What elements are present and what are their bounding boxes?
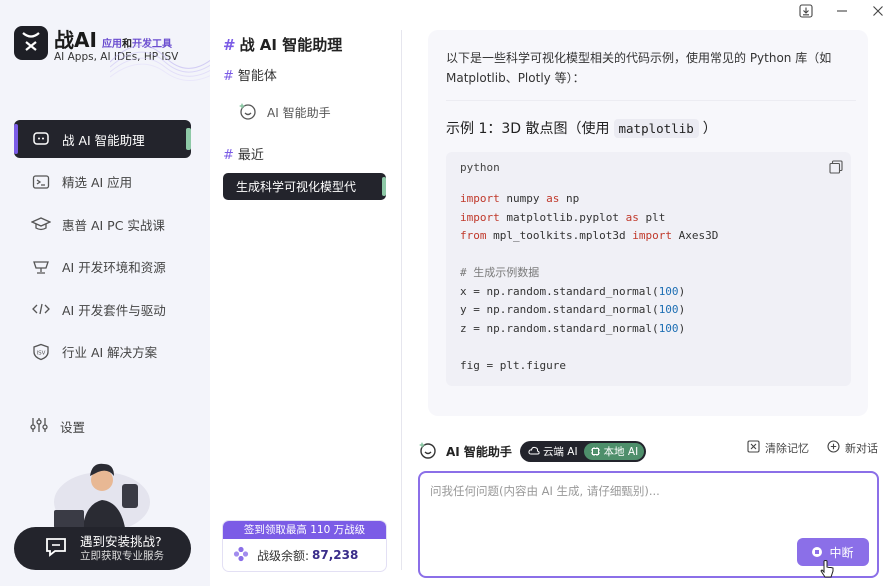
conversation-panel: # 战 AI 智能助理 # 智能体 AI 智能助手 # 最近 生成科学可视化模型代 签… — [210, 0, 402, 586]
code-line: z = np.random.standard_normal(100) — [460, 321, 686, 335]
sidebar-item-industry-solutions[interactable]: ISV 行业 AI 解决方案 — [14, 333, 191, 371]
recent-section-label: # 最近 — [223, 148, 264, 163]
settings-button[interactable]: 设置 — [30, 416, 85, 437]
monitor-icon — [30, 258, 52, 276]
checkin-banner[interactable]: 签到领取最高 110 万战级 — [223, 521, 386, 539]
sidebar-item-dev-env[interactable]: AI 开发环境和资源 — [14, 248, 191, 286]
clear-memory-button[interactable]: 清除记忆 — [747, 440, 809, 456]
plus-circle-icon — [827, 440, 840, 456]
support-mascot-illustration-icon — [54, 463, 150, 534]
agent-item-label: AI 智能助手 — [267, 106, 331, 120]
smiley-sparkle-icon — [418, 440, 438, 463]
mode-cloud-ai[interactable]: 云端 AI — [522, 443, 584, 460]
code-language-label: python — [460, 161, 500, 174]
brand-name: 战AI — [54, 28, 97, 52]
code-line: import numpy as np — [460, 192, 580, 205]
ai-mode-toggle[interactable]: 云端 AI 本地 AI — [519, 440, 647, 462]
sidebar: 战AI 应用和开发工具 AI Apps, AI IDEs, HP ISV 战 A… — [0, 0, 220, 586]
code-line: y = np.random.standard_normal(100) — [460, 303, 686, 316]
code-content: import numpy as np import matplotlib.pypl… — [460, 190, 718, 375]
hash-icon: # — [223, 148, 234, 163]
chat-bot-icon — [30, 130, 52, 148]
hash-icon: # — [223, 36, 236, 54]
code-line: x = np.random.standard_normal(100) — [460, 284, 686, 298]
window-controls — [788, 0, 896, 26]
code-icon — [30, 300, 52, 318]
chat-input[interactable] — [430, 483, 860, 533]
minimize-icon — [836, 5, 848, 21]
mode-local-ai[interactable]: 本地 AI — [583, 442, 645, 460]
code-line: # 生成示例数据 — [460, 266, 540, 279]
assistant-label: AI 智能助手 — [446, 444, 512, 459]
download-button[interactable] — [788, 0, 824, 26]
code-line: fig = plt.figure — [460, 358, 566, 372]
sidebar-item-label: AI 开发环境和资源 — [62, 260, 166, 275]
chip-icon — [590, 446, 600, 456]
copy-code-button[interactable] — [829, 160, 843, 177]
new-chat-button[interactable]: 新对话 — [827, 440, 878, 456]
settings-label: 设置 — [60, 420, 86, 435]
smiley-sparkle-icon — [238, 101, 258, 124]
sidebar-item-label: AI 开发套件与驱动 — [62, 302, 166, 318]
brand-logo-icon — [14, 26, 48, 60]
isv-shield-icon: ISV — [30, 343, 52, 361]
brand: 战AI 应用和开发工具 AI Apps, AI IDEs, HP ISV — [14, 22, 220, 82]
mouse-pointer-icon — [820, 560, 834, 578]
close-icon — [872, 5, 884, 21]
toolbar-actions: 清除记忆 新对话 — [729, 440, 878, 456]
minimize-button[interactable] — [824, 0, 860, 26]
chat-area: 以下是一些科学可视化模型相关的代码示例，使用常见的 Python 库（如 Mat… — [402, 0, 896, 586]
svg-text:ISV: ISV — [37, 350, 46, 356]
recent-item-label: 生成科学可视化模型代 — [236, 180, 357, 194]
sidebar-item-dev-kit[interactable]: AI 开发套件与驱动 — [14, 290, 191, 328]
code-line: import matplotlib.pyplot as plt — [460, 210, 666, 224]
sidebar-item-ai-assistant[interactable]: 战 AI 智能助理 — [14, 120, 191, 158]
reward-value: 87,238 — [312, 548, 359, 562]
support-title: 遇到安装挑战? — [80, 533, 162, 549]
example-heading: 示例 1：3D 散点图（使用 matplotlib） — [446, 118, 717, 138]
sidebar-item-label: 惠普 AI PC 实战课 — [62, 217, 165, 233]
message-divider — [446, 100, 856, 101]
code-block: python import numpy as np import matplotl… — [446, 152, 851, 386]
agent-item-ai-assistant[interactable]: AI 智能助手 — [238, 101, 331, 124]
sliders-icon — [30, 416, 48, 437]
sidebar-nav: 战 AI 智能助理 精选 AI 应用 惠普 AI PC 实战课 AI 开发环境和… — [14, 120, 191, 375]
brand-wave-decoration-icon — [110, 45, 220, 81]
reward-balance: 战级余额: 87,238 — [223, 539, 386, 571]
flower-coin-icon — [233, 546, 249, 565]
assistant-toolbar: AI 智能助手 云端 AI 本地 AI 清除记忆 新对话 — [418, 440, 878, 462]
download-icon — [799, 4, 813, 22]
panel-title: # 战 AI 智能助理 — [223, 36, 343, 54]
sidebar-item-label: 精选 AI 应用 — [62, 175, 133, 190]
chat-input-box: 中断 — [418, 471, 879, 578]
agents-section-label: # 智能体 — [223, 69, 277, 84]
sidebar-item-label: 行业 AI 解决方案 — [62, 345, 158, 360]
support-chat-icon — [44, 536, 68, 561]
graduation-cap-icon — [30, 215, 52, 233]
stop-icon — [812, 547, 823, 557]
copy-icon — [829, 160, 843, 174]
terminal-icon — [30, 173, 52, 191]
code-line: from mpl_toolkits.mplot3d import Axes3D — [460, 229, 719, 242]
hash-icon: # — [223, 69, 234, 84]
message-intro: 以下是一些科学可视化模型相关的代码示例，使用常见的 Python 库（如 Mat… — [446, 51, 832, 85]
support-subtitle: 立即获取专业服务 — [80, 549, 164, 562]
sidebar-item-label: 战 AI 智能助理 — [62, 132, 145, 148]
assistant-message: 以下是一些科学可视化模型相关的代码示例，使用常见的 Python 库（如 Mat… — [428, 30, 868, 416]
clear-box-icon — [747, 440, 760, 456]
close-button[interactable] — [860, 0, 896, 26]
reward-panel[interactable]: 签到领取最高 110 万战级 战级余额: 87,238 — [223, 521, 386, 571]
sidebar-item-hp-course[interactable]: 惠普 AI PC 实战课 — [14, 205, 191, 243]
cloud-icon — [528, 446, 540, 455]
sidebar-item-featured-apps[interactable]: 精选 AI 应用 — [14, 163, 191, 201]
recent-conversation-item[interactable]: 生成科学可视化模型代 — [223, 173, 386, 200]
get-support-button[interactable]: 遇到安装挑战? 立即获取专业服务 — [14, 527, 191, 570]
